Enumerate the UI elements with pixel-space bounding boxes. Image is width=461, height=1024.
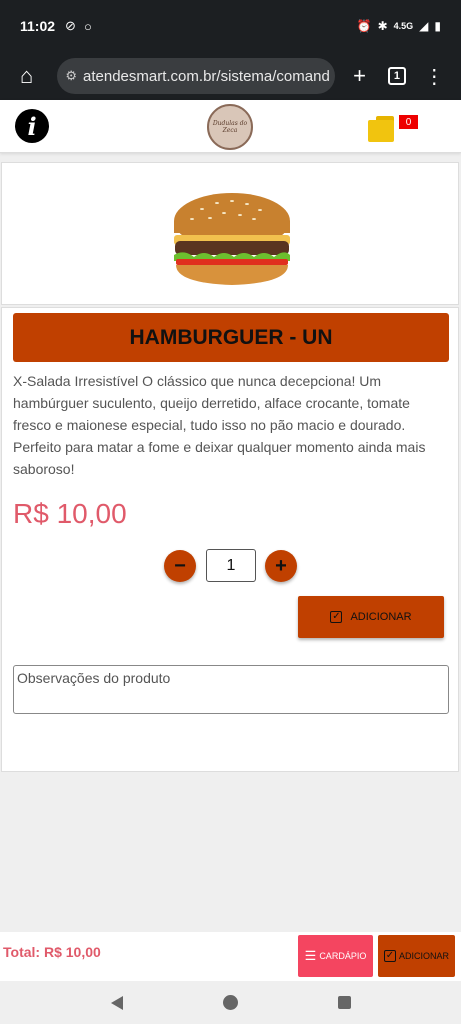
add-button-label: ADICIONAR — [350, 611, 412, 623]
tabs-icon: 1 — [387, 67, 406, 85]
url-text: atendesmart.com.br/sistema/comand — [83, 67, 330, 85]
status-bar: 11:02 ⊘ ○ ⏰ ✱ 4.5G ◢ ▮ — [0, 0, 461, 52]
add-to-order-button[interactable]: ✓ ADICIONAR — [298, 596, 444, 638]
bluetooth-icon: ✱ — [377, 19, 388, 33]
do-not-disturb-icon: ⊘ — [65, 18, 76, 33]
new-tab-icon[interactable]: + — [341, 58, 378, 94]
more-menu-icon[interactable]: ⋮ — [416, 58, 453, 94]
footer-add-label: ADICIONAR — [398, 951, 449, 961]
product-description: X-Salada Irresistível O clássico que nun… — [13, 373, 426, 477]
product-price: R$ 10,00 — [13, 498, 127, 529]
alarm-icon: ⏰ — [356, 19, 372, 33]
system-nav-bar — [0, 981, 461, 1024]
checkbox-icon: ✓ — [383, 950, 396, 962]
back-icon[interactable] — [110, 995, 123, 1010]
site-settings-icon[interactable]: ⚙ — [65, 68, 77, 84]
quantity-input[interactable]: 1 — [206, 549, 256, 582]
app-header: i Dudulas do Zeca — [0, 100, 461, 153]
order-footer: Total: R$ 10,00 ☰ CARDÁPIO ✓ ADICIONAR — [0, 932, 461, 981]
decrease-quantity-button[interactable]: − — [164, 550, 196, 582]
order-total: Total: R$ 10,00 — [3, 944, 101, 960]
recent-apps-icon[interactable] — [337, 996, 351, 1009]
menu-button-label: CARDÁPIO — [319, 951, 367, 961]
home-nav-icon[interactable] — [222, 995, 238, 1010]
network-label: 4.5G — [393, 21, 414, 31]
product-notes-field[interactable]: Observações do produto — [13, 665, 449, 714]
address-bar[interactable]: ⚙ atendesmart.com.br/sistema/comand — [57, 58, 335, 94]
product-title: HAMBURGUER - UN — [13, 313, 449, 362]
footer-add-button[interactable]: ✓ ADICIONAR — [378, 935, 455, 977]
info-icon[interactable]: i — [15, 109, 49, 143]
increase-quantity-button[interactable]: + — [265, 550, 297, 582]
home-icon[interactable]: ⌂ — [8, 58, 45, 94]
cart-count-badge: 0 — [399, 115, 418, 129]
browser-toolbar: ⌂ ⚙ atendesmart.com.br/sistema/comand + … — [0, 52, 461, 100]
menu-button[interactable]: ☰ CARDÁPIO — [298, 935, 373, 977]
signal-icon: ◢ — [419, 19, 429, 33]
product-card: HAMBURGUER - UN X-Salada Irresistível O … — [1, 307, 459, 772]
product-image-card — [1, 162, 459, 305]
tabs-button[interactable]: 1 — [378, 58, 415, 94]
battery-icon: ▮ — [434, 19, 441, 33]
shopping-bags-icon[interactable] — [368, 114, 398, 142]
logo-text: Dudulas do Zeca — [212, 120, 248, 134]
quantity-stepper: − 1 + — [164, 549, 299, 583]
status-time: 11:02 — [20, 18, 56, 34]
burger-image — [174, 193, 290, 285]
list-icon: ☰ — [304, 948, 317, 963]
checkbox-icon: ✓ — [330, 611, 343, 623]
notes-placeholder: Observações do produto — [17, 670, 171, 686]
dot-icon: ○ — [83, 18, 92, 34]
logo[interactable]: Dudulas do Zeca — [207, 104, 253, 150]
